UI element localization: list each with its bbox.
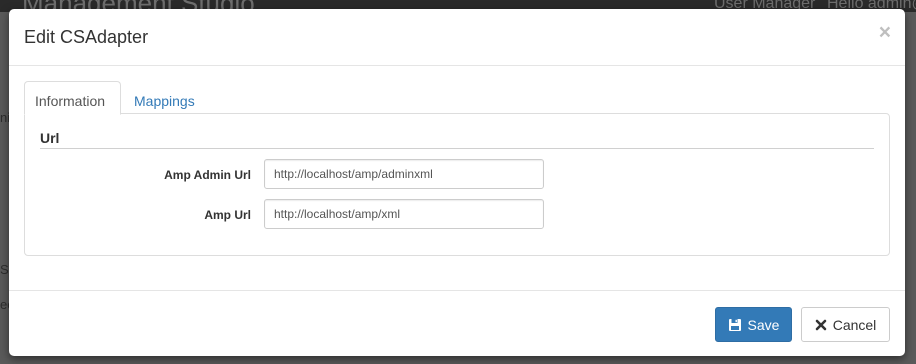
amp-url-label: Amp Url	[204, 208, 251, 222]
amp-url-input[interactable]	[264, 199, 544, 229]
close-icon[interactable]: ×	[879, 22, 891, 43]
tab-information[interactable]: Information	[24, 81, 121, 115]
dialog-footer: Save Cancel	[9, 291, 905, 356]
amp-admin-url-label: Amp Admin Url	[164, 168, 251, 182]
cancel-button[interactable]: Cancel	[801, 307, 890, 342]
save-icon	[728, 318, 742, 332]
dialog-body: Information Mappings Url Amp Admin Url A…	[9, 66, 905, 291]
close-icon	[815, 319, 827, 331]
cancel-button-label: Cancel	[832, 316, 877, 333]
information-panel: Url Amp Admin Url Amp Url	[24, 113, 890, 256]
edit-dialog: Edit CSAdapter × Information Mappings Ur…	[9, 9, 905, 356]
save-button[interactable]: Save	[715, 307, 792, 342]
amp-admin-url-input[interactable]	[264, 159, 544, 189]
dialog-header: Edit CSAdapter ×	[9, 9, 905, 66]
section-title-url: Url	[40, 130, 874, 149]
tab-mappings[interactable]: Mappings	[124, 81, 205, 114]
save-button-label: Save	[747, 316, 780, 333]
dialog-title: Edit CSAdapter	[24, 27, 149, 47]
